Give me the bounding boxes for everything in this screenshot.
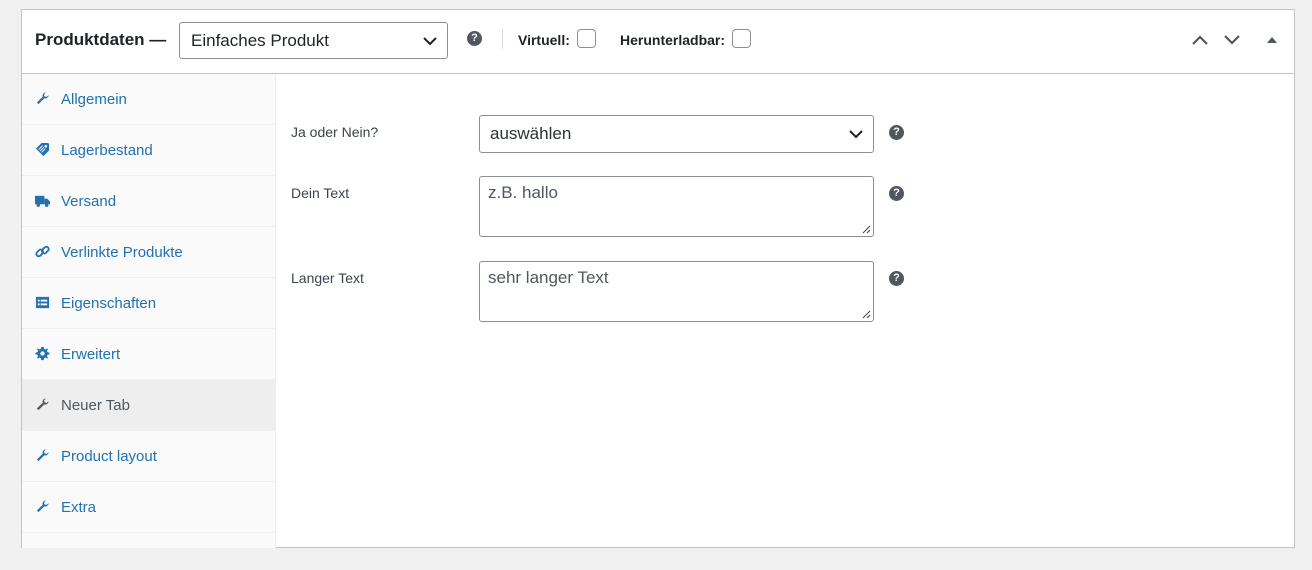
tab-neuer-tab[interactable]: Neuer Tab xyxy=(22,380,276,431)
chevron-down-icon xyxy=(849,130,863,139)
long-text-textarea[interactable]: sehr langer Text xyxy=(479,261,874,322)
resize-handle-icon[interactable] xyxy=(861,224,871,234)
wrench-icon xyxy=(36,500,49,513)
tab-label: Extra xyxy=(61,499,97,516)
tab-product-layout[interactable]: Product layout xyxy=(22,431,276,482)
tab-verlinkte-produkte[interactable]: Verlinkte Produkte xyxy=(22,227,276,278)
wrench-icon xyxy=(36,449,49,462)
help-icon[interactable]: ? xyxy=(889,186,904,201)
tab-label: Allgemein xyxy=(61,91,127,108)
list-icon xyxy=(35,296,50,309)
tag-icon xyxy=(35,142,50,157)
tab-label: Product layout xyxy=(61,448,157,465)
your-text-placeholder: z.B. hallo xyxy=(488,183,558,202)
move-down-icon[interactable] xyxy=(1223,33,1241,47)
yes-no-label: Ja oder Nein? xyxy=(291,124,379,140)
long-text-label: Langer Text xyxy=(291,270,364,286)
tab-versand[interactable]: Versand xyxy=(22,176,276,227)
your-text-label: Dein Text xyxy=(291,185,350,201)
gear-icon xyxy=(35,346,50,361)
truck-icon xyxy=(35,195,50,207)
collapse-toggle-icon[interactable] xyxy=(1266,35,1278,45)
virtual-checkbox[interactable] xyxy=(577,29,596,48)
tab-lagerbestand[interactable]: Lagerbestand xyxy=(22,125,276,176)
tab-eigenschaften[interactable]: Eigenschaften xyxy=(22,278,276,329)
panel-header: Produktdaten — Einfaches Produkt ? Virtu… xyxy=(22,10,1294,74)
tab-label: Neuer Tab xyxy=(61,397,130,414)
yes-no-value: auswählen xyxy=(490,124,572,143)
yes-no-select[interactable]: auswählen xyxy=(479,115,874,153)
wrench-icon xyxy=(36,398,49,411)
product-data-panel: Produktdaten — Einfaches Produkt ? Virtu… xyxy=(21,9,1295,548)
tab-label: Eigenschaften xyxy=(61,295,157,312)
downloadable-label: Herunterladbar: xyxy=(620,32,726,48)
tab-erweitert[interactable]: Erweitert xyxy=(22,329,276,380)
chevron-down-icon xyxy=(423,37,437,46)
link-icon xyxy=(35,245,50,258)
product-type-value: Einfaches Produkt xyxy=(191,31,329,50)
header-divider xyxy=(502,29,503,49)
tab-label: Erweitert xyxy=(61,346,121,363)
tab-extra[interactable]: Extra xyxy=(22,482,276,533)
product-type-select[interactable]: Einfaches Produkt xyxy=(179,22,448,59)
downloadable-checkbox[interactable] xyxy=(732,29,751,48)
virtual-label: Virtuell: xyxy=(518,32,570,48)
tab-allgemein[interactable]: Allgemein xyxy=(22,74,276,125)
tab-label: Versand xyxy=(61,193,117,210)
move-up-icon[interactable] xyxy=(1191,33,1209,47)
tab-label: Lagerbestand xyxy=(61,142,153,159)
long-text-value: sehr langer Text xyxy=(488,268,609,287)
help-icon[interactable]: ? xyxy=(467,31,482,46)
your-text-textarea[interactable]: z.B. hallo xyxy=(479,176,874,237)
product-data-tabs: Allgemein Lagerbestand Versand Verlinkte… xyxy=(22,74,276,548)
wrench-icon xyxy=(36,92,49,105)
tab-label: Verlinkte Produkte xyxy=(61,244,183,261)
help-icon[interactable]: ? xyxy=(889,125,904,140)
help-icon[interactable]: ? xyxy=(889,271,904,286)
panel-title: Produktdaten — xyxy=(35,30,167,49)
resize-handle-icon[interactable] xyxy=(861,309,871,319)
